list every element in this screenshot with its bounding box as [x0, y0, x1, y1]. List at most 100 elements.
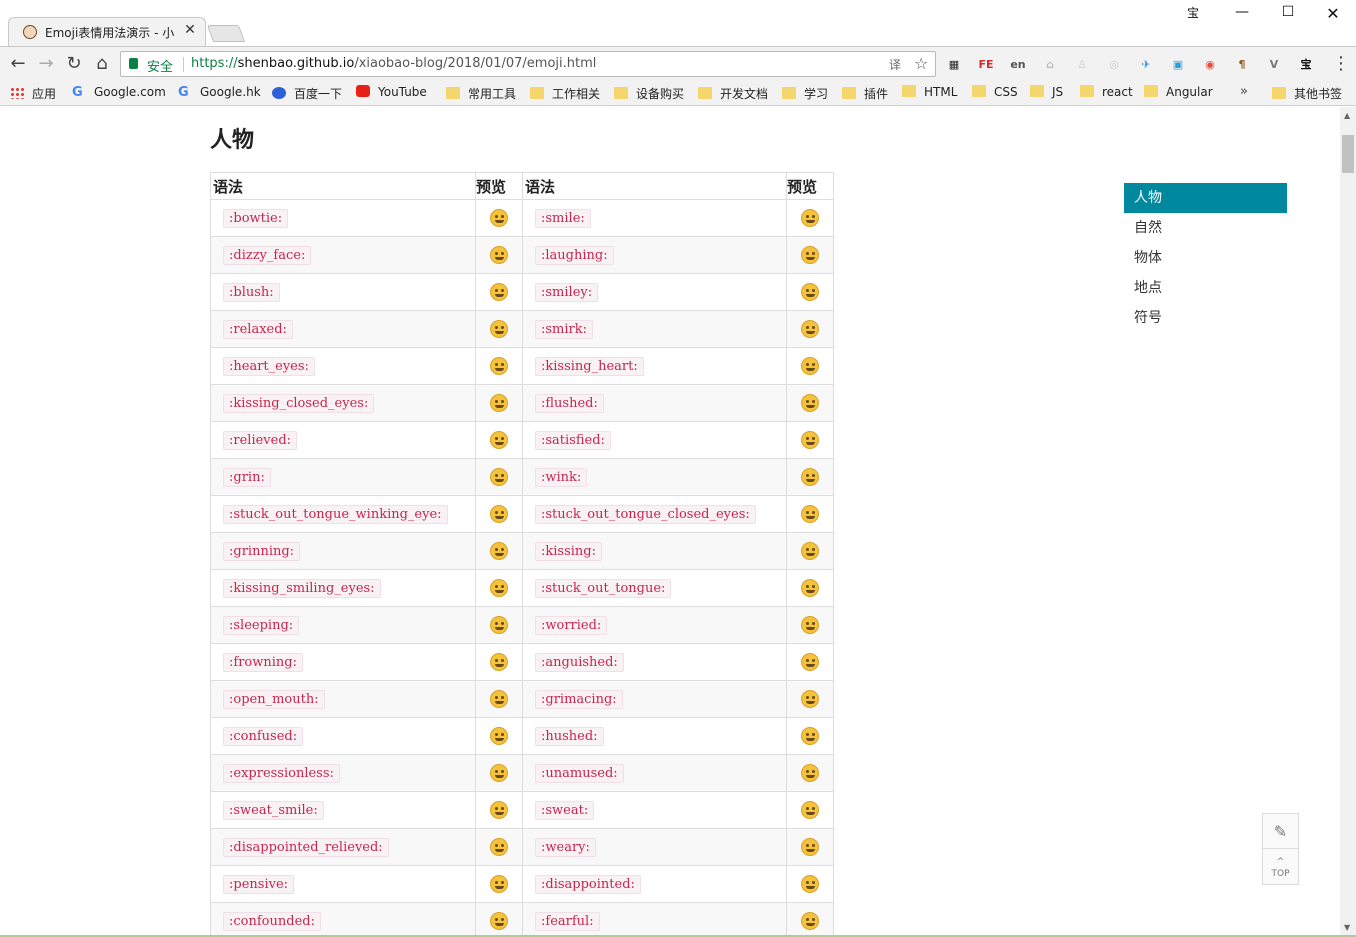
bookmark-item[interactable]: JS	[1030, 85, 1063, 103]
folder-icon	[1080, 85, 1094, 97]
back-arrow-icon[interactable]: ←	[6, 53, 30, 75]
tab-close-icon[interactable]: ✕	[183, 22, 197, 40]
home-icon[interactable]: ⌂	[90, 53, 114, 75]
taobao-icon[interactable]: 宝	[1297, 56, 1315, 74]
new-tab-button[interactable]	[206, 25, 246, 42]
floating-tools: ✎ ^ TOP	[1262, 813, 1299, 885]
more-bookmarks-icon[interactable]: »	[1240, 84, 1248, 99]
syntax-cell: :frowning:	[210, 643, 476, 681]
syntax-cell: :satisfied:	[522, 421, 787, 459]
toc-item[interactable]: 物体	[1124, 243, 1287, 273]
syntax-cell: :flushed:	[522, 384, 787, 422]
bookmark-item[interactable]: 插件	[842, 85, 888, 103]
bookmark-item[interactable]: 工作相关	[530, 85, 600, 103]
bookmark-item[interactable]: G Google.hk	[178, 85, 261, 103]
emoji-code: :grin:	[223, 468, 271, 487]
emoji-face-icon	[490, 209, 508, 227]
back-to-top-button[interactable]: ^ TOP	[1263, 850, 1298, 884]
bookmark-item[interactable]: YouTube	[356, 85, 427, 103]
syntax-cell: :laughing:	[522, 236, 787, 274]
emoji-face-icon	[801, 912, 819, 930]
vue-devtools-icon[interactable]: V	[1265, 56, 1283, 74]
table-row: :dizzy_face::laughing:	[210, 236, 834, 274]
bookmark-item[interactable]: react	[1080, 85, 1133, 103]
preview-cell	[475, 569, 523, 607]
bookmark-item[interactable]: Angular	[1144, 85, 1213, 103]
bookmark-item[interactable]: 学习	[782, 85, 828, 103]
bookmark-item[interactable]: 百度一下	[272, 85, 342, 103]
menu-icon[interactable]: ⋮	[1332, 53, 1350, 74]
bookmark-item[interactable]: HTML	[902, 85, 957, 103]
puzzle-icon[interactable]: ♙	[1073, 56, 1091, 74]
bookmark-label: HTML	[924, 85, 958, 99]
emoji-face-icon	[801, 838, 819, 856]
url-text[interactable]: https://shenbao.github.io/xiaobao-blog/2…	[191, 56, 596, 71]
table-row: :kissing_closed_eyes::flushed:	[210, 384, 834, 422]
preview-cell	[475, 384, 523, 422]
en-dict-icon[interactable]: en	[1009, 56, 1027, 74]
emoji-face-icon	[801, 579, 819, 597]
emoji-face-icon	[801, 246, 819, 264]
scrollbar[interactable]: ▲ ▼	[1340, 107, 1356, 937]
emoji-code: :grimacing:	[535, 690, 623, 709]
maximize-button[interactable]: ☐	[1275, 4, 1301, 24]
scrollbar-thumb[interactable]	[1342, 135, 1354, 173]
syntax-cell: :unamused:	[522, 754, 787, 792]
pilcrow-icon[interactable]: ¶	[1233, 56, 1251, 74]
preview-cell	[475, 458, 523, 496]
bird-ext-icon[interactable]: ✈	[1137, 56, 1155, 74]
toc-item[interactable]: 人物	[1124, 183, 1287, 213]
forward-arrow-icon[interactable]: →	[34, 53, 58, 75]
syntax-cell: :sweat:	[522, 791, 787, 829]
emoji-code: :wink:	[535, 468, 588, 487]
emoji-face-icon	[801, 875, 819, 893]
close-window-button[interactable]: ✕	[1320, 4, 1346, 24]
bookmark-item[interactable]: 开发文档	[698, 85, 768, 103]
fe-helper-icon[interactable]: FE	[977, 56, 995, 74]
emoji-code: :smile:	[535, 209, 591, 228]
folder-icon	[842, 87, 856, 99]
toc-item[interactable]: 符号	[1124, 303, 1287, 333]
window-ext-icon[interactable]: ▣	[1169, 56, 1187, 74]
bookmarks-bar: 应用 G Google.com G Google.hk 百度一下 YouTube 常用工具 工…	[0, 80, 1356, 106]
scroll-up-icon[interactable]: ▲	[1344, 111, 1350, 120]
pdf-icon[interactable]: ⌂	[1041, 56, 1059, 74]
profile-icon[interactable]: 宝	[1180, 4, 1206, 24]
emoji-code: :open_mouth:	[223, 690, 325, 709]
toc-item[interactable]: 自然	[1124, 213, 1287, 243]
bookmark-star-icon[interactable]: ☆	[914, 54, 928, 73]
qr-code-icon[interactable]: ▦	[945, 56, 963, 74]
chrome-ext-icon[interactable]: ◉	[1201, 56, 1219, 74]
edit-icon[interactable]: ✎	[1263, 814, 1298, 849]
bookmark-item[interactable]: CSS	[972, 85, 1018, 103]
emoji-code: :flushed:	[535, 394, 604, 413]
syntax-cell: :fearful:	[522, 902, 787, 937]
syntax-cell: :anguished:	[522, 643, 787, 681]
address-bar[interactable]: 安全 https://shenbao.github.io/xiaobao-blo…	[120, 51, 936, 77]
circle-ext-icon[interactable]: ◎	[1105, 56, 1123, 74]
bookmark-label: 插件	[864, 87, 889, 101]
table-row: :open_mouth: :grimacing:	[210, 680, 834, 718]
bookmark-item[interactable]: 常用工具	[446, 85, 516, 103]
syntax-cell: :smirk:	[522, 310, 787, 348]
bookmark-apps[interactable]: 应用	[10, 85, 56, 103]
bookmark-item[interactable]: G Google.com	[72, 85, 166, 103]
bookmark-other[interactable]: 其他书签	[1272, 85, 1342, 103]
syntax-cell: :worried:	[522, 606, 787, 644]
toc-item[interactable]: 地点	[1124, 273, 1287, 303]
bookmark-item[interactable]: 设备购买	[614, 85, 684, 103]
preview-cell	[786, 236, 834, 274]
preview-cell	[786, 828, 834, 866]
browser-tab[interactable]: Emoji表情用法演示 - 小 ✕	[8, 17, 206, 46]
syntax-cell: :smile:	[522, 199, 787, 237]
emoji-face-icon	[801, 653, 819, 671]
emoji-face-icon	[490, 838, 508, 856]
scroll-down-icon[interactable]: ▼	[1344, 923, 1350, 932]
translate-icon[interactable]: 译	[889, 56, 901, 73]
tab-title: Emoji表情用法演示 - 小	[45, 26, 175, 40]
emoji-code: :frowning:	[223, 653, 303, 672]
preview-cell	[475, 310, 523, 348]
reload-icon[interactable]: ↻	[62, 53, 86, 75]
minimize-button[interactable]: —	[1229, 4, 1255, 24]
emoji-face-icon	[490, 283, 508, 301]
